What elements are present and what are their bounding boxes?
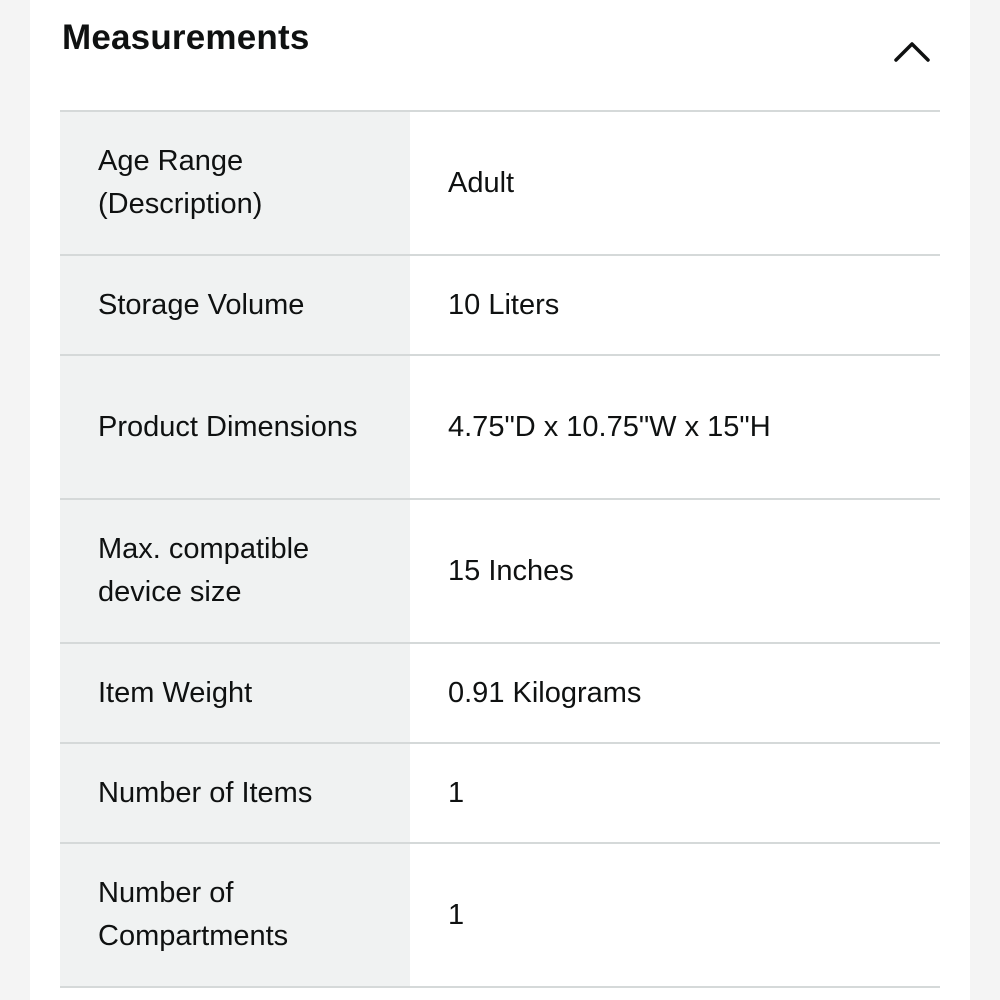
table-row: Product Dimensions 4.75"D x 10.75"W x 15…	[60, 355, 940, 499]
row-value: 0.91 Kilograms	[448, 676, 642, 709]
row-label: Number of Compartments	[60, 843, 410, 987]
row-label: Max. compatible device size	[60, 499, 410, 643]
row-value: 1	[448, 776, 465, 809]
chevron-up-icon[interactable]	[890, 30, 934, 70]
table-row: Number of Compartments 1	[60, 843, 940, 987]
measurements-section: Measurements Age Range (Description) Adu…	[30, 0, 970, 1000]
row-value: Adult	[448, 166, 515, 199]
row-value: 1	[448, 898, 465, 931]
row-value: 10 Liters	[448, 288, 560, 321]
section-title: Measurements	[62, 18, 310, 57]
row-label: Product Dimensions	[60, 355, 410, 499]
table-row: Number of Items 1	[60, 743, 940, 843]
table-row: Storage Volume 10 Liters	[60, 255, 940, 355]
row-label: Age Range (Description)	[60, 111, 410, 255]
row-label: Number of Items	[60, 743, 410, 843]
row-label: Item Weight	[60, 643, 410, 743]
row-value: 4.75"D x 10.75"W x 15"H	[448, 410, 771, 443]
measurements-table: Age Range (Description) Adult Storage Vo…	[60, 110, 940, 988]
row-label: Storage Volume	[60, 255, 410, 355]
table-row: Max. compatible device size 15 Inches	[60, 499, 940, 643]
table-row: Age Range (Description) Adult	[60, 111, 940, 255]
table-row: Item Weight 0.91 Kilograms	[60, 643, 940, 743]
section-header[interactable]: Measurements	[30, 0, 970, 110]
row-value: 15 Inches	[448, 554, 574, 587]
